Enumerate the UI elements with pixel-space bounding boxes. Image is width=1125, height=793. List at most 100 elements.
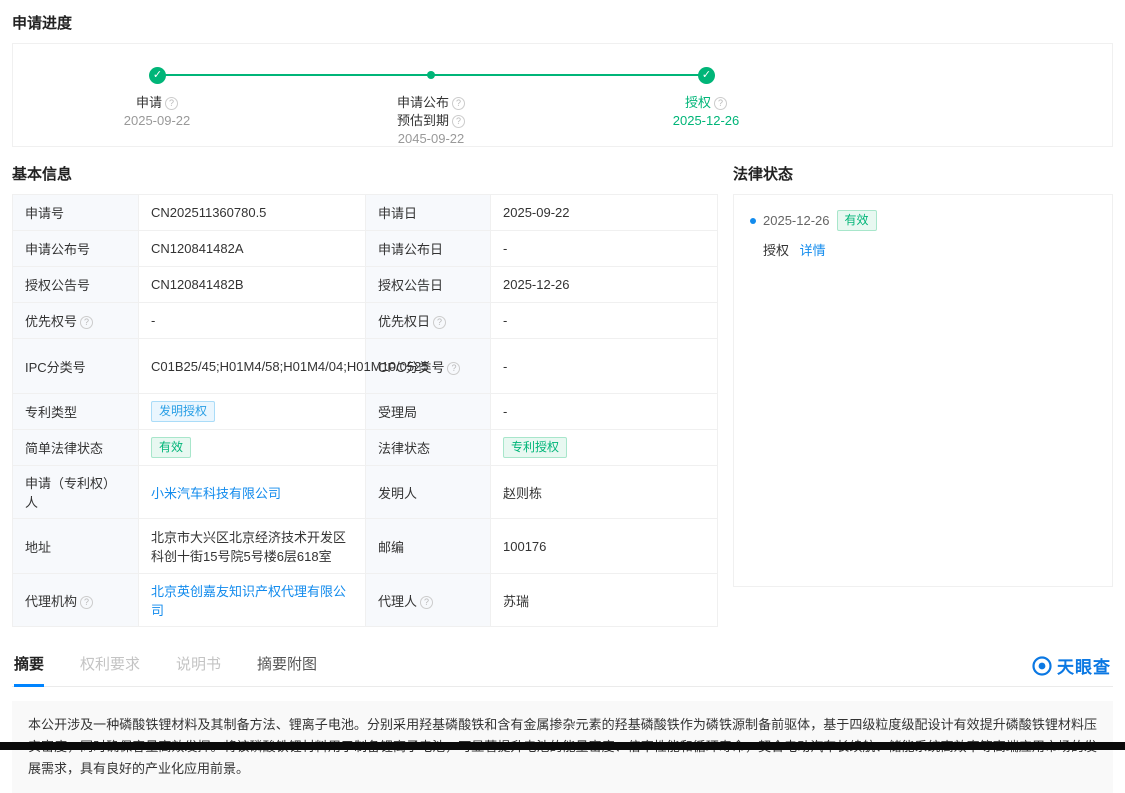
table-row: IPC分类号 C01B25/45;H01M4/58;H01M4/04;H01M1… <box>13 339 718 394</box>
info-icon[interactable] <box>447 362 460 375</box>
timeline-check-apply-icon <box>149 67 166 84</box>
table-row: 简单法律状态 有效 法律状态 专利授权 <box>13 430 718 466</box>
field-label: 申请（专利权）人 <box>13 466 139 519</box>
step-expiry-label: 预估到期 <box>397 113 449 128</box>
bullet-icon <box>750 218 756 224</box>
step-expiry-date: 2045-09-22 <box>341 130 521 148</box>
legal-status-title: 法律状态 <box>733 163 1113 184</box>
legal-status-section: 法律状态 2025-12-26 有效 授权 详情 <box>733 163 1113 627</box>
legal-status-action-row: 授权 详情 <box>750 240 1096 259</box>
field-value: CN120841482A <box>139 231 366 267</box>
field-value: - <box>491 394 718 430</box>
table-row: 优先权号 - 优先权日 - <box>13 303 718 339</box>
field-label: 申请号 <box>13 195 139 231</box>
info-icon[interactable] <box>165 97 178 110</box>
step-grant-date: 2025-12-26 <box>616 112 796 130</box>
tianyancha-logo[interactable]: 天眼查 <box>1032 653 1111 686</box>
field-value: 2025-09-22 <box>491 195 718 231</box>
field-label: IPC分类号 <box>13 339 139 394</box>
field-value: 专利授权 <box>491 430 718 466</box>
legal-status-date: 2025-12-26 <box>763 213 830 228</box>
field-value: 100176 <box>491 519 718 574</box>
tab-description[interactable]: 说明书 <box>176 647 221 686</box>
simple-legal-status-badge: 有效 <box>151 437 191 458</box>
field-value: CN202511360780.5 <box>139 195 366 231</box>
field-label: 地址 <box>13 519 139 574</box>
timeline-step-publish: 申请公布 预估到期 2045-09-22 <box>341 94 521 148</box>
field-value: C01B25/45;H01M4/58;H01M4/04;H01M10/0525 <box>139 339 366 394</box>
field-value: 苏瑞 <box>491 574 718 627</box>
timeline-check-grant-icon <box>698 67 715 84</box>
field-label: 优先权号 <box>13 303 139 339</box>
field-label: 代理人 <box>366 574 491 627</box>
bottom-bar <box>0 742 1125 750</box>
field-label: 代理机构 <box>13 574 139 627</box>
info-icon[interactable] <box>433 316 446 329</box>
field-value: - <box>139 303 366 339</box>
info-icon[interactable] <box>80 316 93 329</box>
info-icon[interactable] <box>452 97 465 110</box>
field-label: 授权公告日 <box>366 267 491 303</box>
tab-claims[interactable]: 权利要求 <box>80 647 140 686</box>
tabs-bar: 摘要 权利要求 说明书 摘要附图 天眼查 <box>12 647 1113 687</box>
legal-status-action: 授权 <box>763 243 789 258</box>
tab-abstract[interactable]: 摘要 <box>14 647 44 686</box>
basic-info-title: 基本信息 <box>12 163 717 184</box>
table-row: 申请（专利权）人 小米汽车科技有限公司 发明人 赵则栋 <box>13 466 718 519</box>
patent-detail-page: 申请进度 申请 2025-09-22 申请公布 预估到期 2045-09-22 … <box>0 0 1125 793</box>
field-label: 简单法律状态 <box>13 430 139 466</box>
basic-info-table: 申请号 CN202511360780.5 申请日 2025-09-22 申请公布… <box>12 194 718 627</box>
table-row: 地址 北京市大兴区北京经济技术开发区科创十街15号院5号楼6层618室 邮编 1… <box>13 519 718 574</box>
tab-abstract-figure[interactable]: 摘要附图 <box>257 647 317 686</box>
tianyancha-logo-icon <box>1032 656 1052 676</box>
field-label: 申请日 <box>366 195 491 231</box>
field-label: 专利类型 <box>13 394 139 430</box>
field-label: 受理局 <box>366 394 491 430</box>
timeline-step-label: 申请公布 <box>341 94 521 112</box>
progress-section: 申请进度 申请 2025-09-22 申请公布 预估到期 2045-09-22 … <box>12 12 1113 147</box>
info-icon[interactable] <box>452 115 465 128</box>
tabs: 摘要 权利要求 说明书 摘要附图 <box>14 647 317 686</box>
info-icon[interactable] <box>420 596 433 609</box>
timeline-step-label: 授权 <box>616 94 796 112</box>
progress-timeline: 申请 2025-09-22 申请公布 预估到期 2045-09-22 授权 20… <box>12 43 1113 147</box>
field-value: 小米汽车科技有限公司 <box>139 466 366 519</box>
field-label: 授权公告号 <box>13 267 139 303</box>
field-value: 北京市大兴区北京经济技术开发区科创十街15号院5号楼6层618室 <box>139 519 366 574</box>
agency-link[interactable]: 北京英创嘉友知识产权代理有限公司 <box>151 584 346 618</box>
table-row: 代理机构 北京英创嘉友知识产权代理有限公司 代理人 苏瑞 <box>13 574 718 627</box>
main-content-row: 基本信息 申请号 CN202511360780.5 申请日 2025-09-22… <box>12 163 1113 627</box>
field-label: 邮编 <box>366 519 491 574</box>
field-label: CPC分类号 <box>366 339 491 394</box>
legal-status-badge: 专利授权 <box>503 437 567 458</box>
timeline-step-label: 申请 <box>67 94 247 112</box>
field-value: 2025-12-26 <box>491 267 718 303</box>
info-icon[interactable] <box>714 97 727 110</box>
field-label: 法律状态 <box>366 430 491 466</box>
field-value: - <box>491 231 718 267</box>
legal-status-entry-badge: 有效 <box>837 210 877 231</box>
step-grant-label: 授权 <box>685 95 711 110</box>
field-value: 发明授权 <box>139 394 366 430</box>
field-label: 优先权日 <box>366 303 491 339</box>
legal-status-card: 2025-12-26 有效 授权 详情 <box>733 194 1113 587</box>
field-label: 申请公布日 <box>366 231 491 267</box>
step-publish-label: 申请公布 <box>397 95 449 110</box>
timeline-step-grant: 授权 2025-12-26 <box>616 94 796 130</box>
field-label: 申请公布号 <box>13 231 139 267</box>
timeline-step-sublabel: 预估到期 <box>341 112 521 130</box>
table-row: 专利类型 发明授权 受理局 - <box>13 394 718 430</box>
brand-name: 天眼查 <box>1057 653 1111 678</box>
field-value: CN120841482B <box>139 267 366 303</box>
field-value: 有效 <box>139 430 366 466</box>
detail-link[interactable]: 详情 <box>800 243 826 258</box>
info-icon[interactable] <box>80 596 93 609</box>
field-value: - <box>491 339 718 394</box>
patent-type-badge: 发明授权 <box>151 401 215 422</box>
basic-info-section: 基本信息 申请号 CN202511360780.5 申请日 2025-09-22… <box>12 163 717 627</box>
table-row: 申请号 CN202511360780.5 申请日 2025-09-22 <box>13 195 718 231</box>
field-label: 发明人 <box>366 466 491 519</box>
table-row: 申请公布号 CN120841482A 申请公布日 - <box>13 231 718 267</box>
timeline-dot-publish-icon <box>427 71 435 79</box>
applicant-link[interactable]: 小米汽车科技有限公司 <box>151 486 281 501</box>
